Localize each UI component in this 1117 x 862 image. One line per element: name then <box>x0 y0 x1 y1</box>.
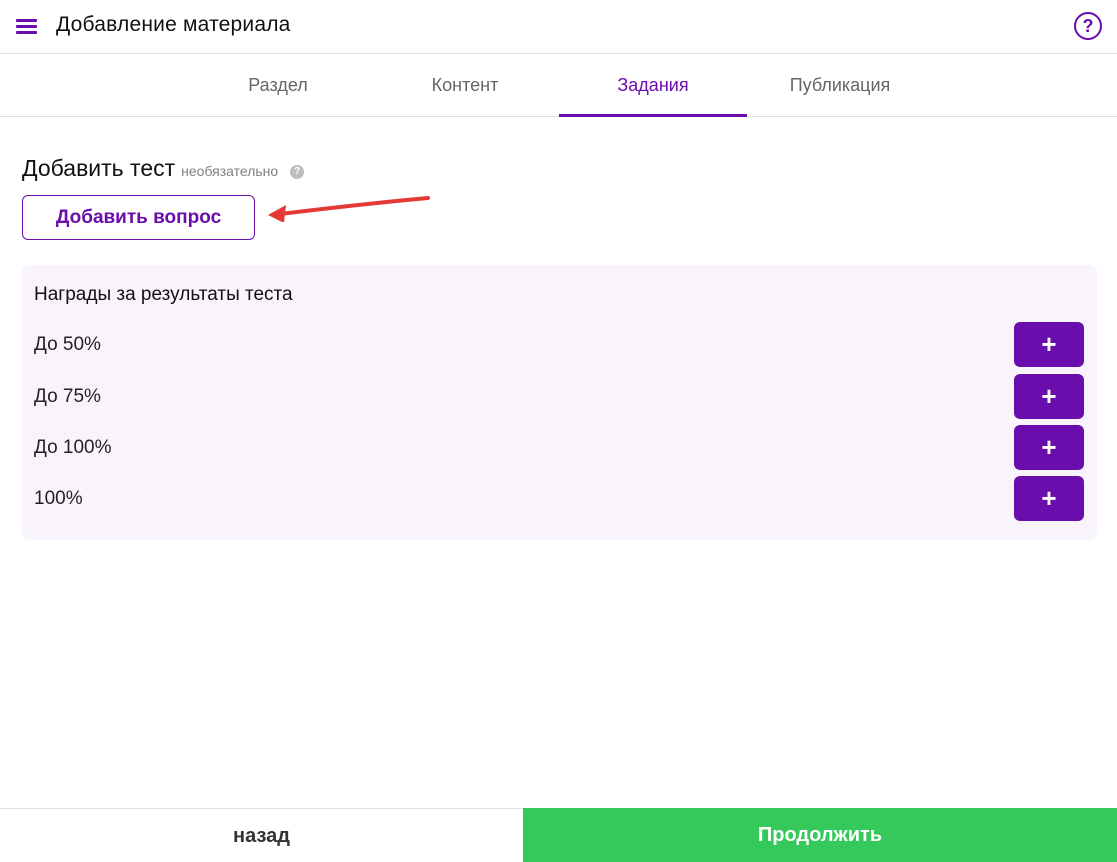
reward-label: До 50% <box>34 334 101 355</box>
rewards-panel: Награды за результаты теста До 50% + До … <box>22 265 1097 540</box>
reward-row-50: До 50% + <box>22 322 1097 367</box>
tab-publication[interactable]: Публикация <box>746 55 934 116</box>
help-icon[interactable]: ? <box>1074 12 1102 40</box>
continue-button[interactable]: Продолжить <box>523 808 1117 862</box>
info-icon[interactable]: ? <box>290 164 305 179</box>
step-tabs: Раздел Контент Задания Публикация <box>0 55 1117 117</box>
annotation-arrow-icon <box>268 196 430 222</box>
section-title: Добавить тест <box>22 155 176 181</box>
add-question-button[interactable]: Добавить вопрос <box>22 195 255 240</box>
app-header: Добавление материала ? <box>0 0 1117 54</box>
add-reward-button[interactable]: + <box>1014 374 1084 419</box>
reward-row-100: 100% + <box>22 476 1097 521</box>
reward-label: До 100% <box>34 437 112 458</box>
page: Добавление материала ? Раздел Контент За… <box>0 0 1117 862</box>
add-reward-button[interactable]: + <box>1014 476 1084 521</box>
reward-label: 100% <box>34 488 83 509</box>
reward-row-below-100: До 100% + <box>22 425 1097 470</box>
back-button[interactable]: назад <box>0 809 523 862</box>
add-reward-button[interactable]: + <box>1014 322 1084 367</box>
info-icon-glyph: ? <box>294 166 301 177</box>
page-title: Добавление материала <box>56 13 291 36</box>
tab-section[interactable]: Раздел <box>184 55 372 116</box>
rewards-title: Награды за результаты теста <box>34 284 293 305</box>
hamburger-menu-icon[interactable] <box>16 17 38 37</box>
add-reward-button[interactable]: + <box>1014 425 1084 470</box>
help-icon-glyph: ? <box>1082 15 1094 36</box>
tab-tasks[interactable]: Задания <box>559 55 747 117</box>
test-section-heading: Добавить тест необязательно ? <box>22 155 305 182</box>
reward-label: До 75% <box>34 386 101 407</box>
reward-row-75: До 75% + <box>22 374 1097 419</box>
tab-content[interactable]: Контент <box>371 55 559 116</box>
optional-label: необязательно <box>181 163 279 179</box>
footer-actions: назад Продолжить <box>0 808 1117 862</box>
